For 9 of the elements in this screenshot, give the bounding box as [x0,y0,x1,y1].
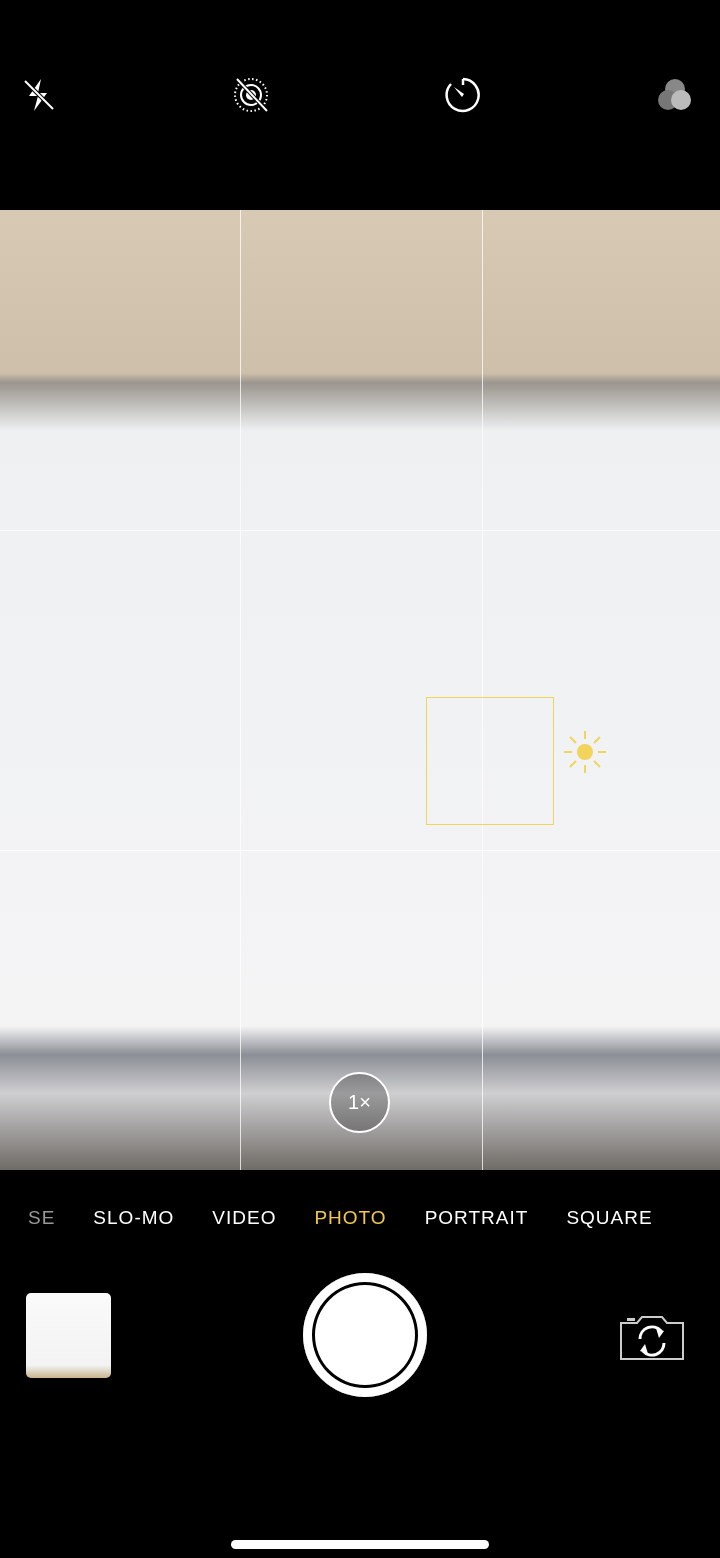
camera-mode-tab[interactable]: SLO-MO [93,1207,175,1229]
camera-mode-tab[interactable]: PORTRAIT [424,1207,529,1229]
camera-mode-tab[interactable]: SE [28,1207,56,1229]
camera-mode-tab[interactable]: SQUARE [566,1207,653,1229]
live-photo-off-icon[interactable] [232,76,270,114]
last-photo-thumbnail[interactable] [26,1292,111,1378]
timer-icon[interactable] [444,76,482,114]
camera-mode-tab[interactable]: VIDEO [212,1207,277,1229]
camera-mode-tab[interactable]: PHOTO [314,1207,387,1229]
